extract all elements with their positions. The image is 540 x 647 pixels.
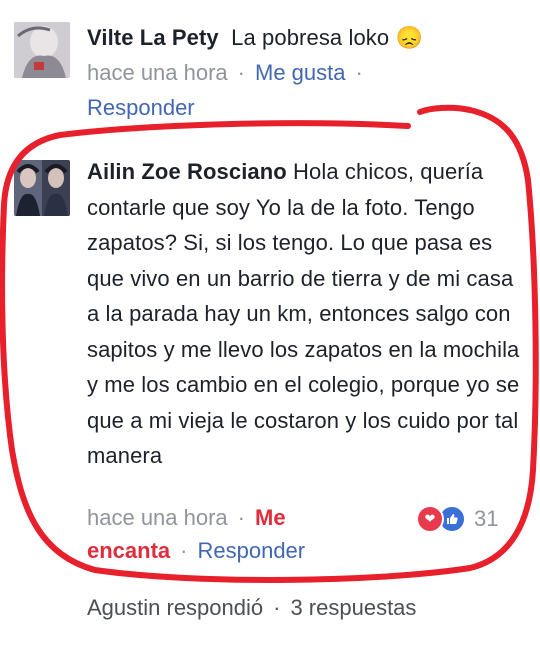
separator-dot: · [355, 60, 363, 85]
avatar-ailin[interactable] [14, 160, 70, 216]
comment-timestamp[interactable]: hace una hora [87, 60, 228, 85]
love-reaction-button[interactable]: encanta [87, 538, 170, 563]
profile-photo-icon [14, 22, 70, 78]
comment-actions-line2: encanta · Responder [87, 538, 305, 564]
comment-text: Hola chicos, quería contarle que soy Yo … [87, 159, 520, 468]
avatar-vilte[interactable] [14, 22, 70, 78]
reaction-summary[interactable]: ❤ 31 [416, 505, 499, 533]
reply-button[interactable]: Responder [87, 95, 195, 119]
separator-dot: · [273, 595, 281, 620]
comment-body: Vilte La Pety La pobresa loko 😞 [87, 20, 423, 56]
reaction-count: 31 [474, 506, 499, 531]
heart-icon: ❤ [416, 505, 444, 533]
love-reaction-button[interactable]: Me [255, 505, 286, 530]
comment-actions: hace una hora · Me [87, 505, 286, 531]
comment-author[interactable]: Ailin Zoe Rosciano [87, 159, 287, 184]
reply-row: Responder [87, 95, 195, 119]
profile-photo-icon [14, 160, 70, 216]
comment-body: Ailin Zoe Rosciano Hola chicos, quería c… [87, 154, 527, 474]
replies-link[interactable]: Agustin respondió · 3 respuestas [87, 595, 416, 621]
like-button[interactable]: Me gusta [255, 60, 346, 85]
comment-actions: hace una hora · Me gusta · [87, 60, 373, 86]
separator-dot: · [237, 505, 245, 530]
replier-name: Agustin respondió [87, 595, 264, 620]
comment-timestamp[interactable]: hace una hora [87, 505, 228, 530]
comment-author[interactable]: Vilte La Pety [87, 25, 219, 50]
separator-dot: · [237, 60, 245, 85]
sad-face-emoji-icon: 😞 [395, 25, 423, 50]
separator-dot: · [180, 538, 188, 563]
reply-count: 3 respuestas [290, 595, 417, 620]
reply-button[interactable]: Responder [197, 538, 305, 563]
comment-text: La pobresa loko [231, 25, 390, 50]
